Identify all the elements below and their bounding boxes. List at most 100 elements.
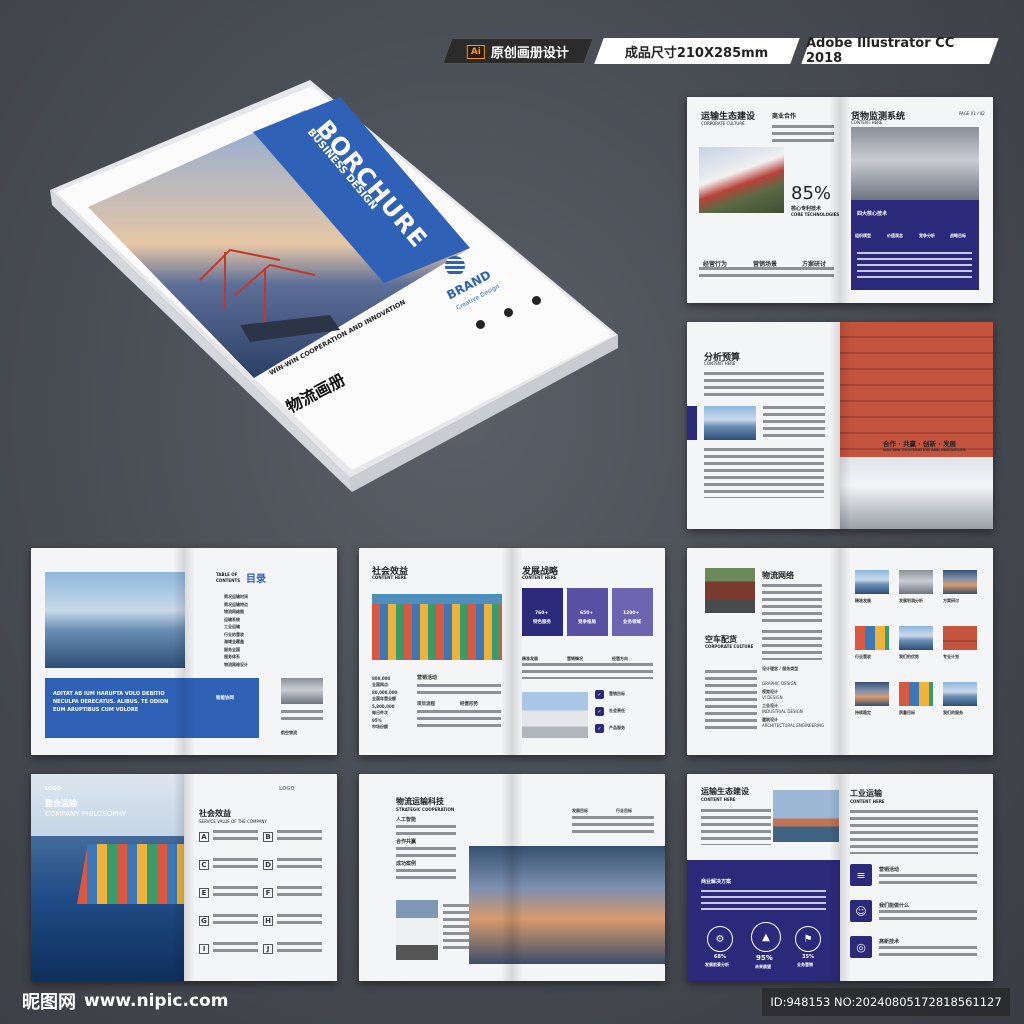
toc-item-0[interactable]: 简况运输时间 xyxy=(224,594,248,600)
bullet-icon-0: ✓ xyxy=(595,690,604,699)
toc-item-1[interactable]: 简况运输特点 xyxy=(224,602,248,608)
spread-logistics-network: 物流网络 空车配货 CORPORATE CULTURE 设计理念 / 服务类型 … xyxy=(687,548,993,755)
spread5-title: 物流网络 xyxy=(762,571,794,580)
stat-value-2: 5,800,000 xyxy=(372,704,395,709)
spread7-tag-0: 发展目标 xyxy=(572,808,588,813)
spread1-text-block xyxy=(772,125,834,145)
toc-title-cn: 目录 xyxy=(246,574,266,585)
service-en-3: ARCHITECTURAL ENGINEERING xyxy=(762,723,825,728)
stat-value-3: 95% xyxy=(372,718,382,723)
strategy-card-value-1: 650+ xyxy=(580,611,594,616)
spread1-four-item-2: 竞争分析 xyxy=(919,233,935,238)
illustrator-icon: Ai xyxy=(466,44,486,58)
option-e: E xyxy=(199,888,209,898)
spread-table-of-contents: TABLE OF CONTENTS 目录 简况运输时间 简况运输特点 物流网络图… xyxy=(31,548,337,755)
spread2-accent-bar xyxy=(687,406,697,440)
spread2-text-bottom xyxy=(704,448,824,498)
spread4-sub3: 经营形势 xyxy=(460,702,478,707)
toc-banner-text: ADITAT AB IUM HARUPTA VOLO DEBITIO NECUL… xyxy=(53,691,169,713)
spread2-text-right xyxy=(763,406,825,440)
freight-train-photo xyxy=(705,568,755,613)
software-label: Adobe Illustrator CC 2018 xyxy=(806,36,955,66)
grid-photo-3 xyxy=(855,626,889,650)
spread5-photo-grid: 精准发展 发展利润分析 方案研讨 行业营收 我们的优势 专业计划 持续稳定 质量… xyxy=(855,570,981,730)
spread8-stat-label-1: 未来展望 xyxy=(755,964,771,969)
spread4-bullet-0: 营销目标 xyxy=(609,691,625,696)
spread5-subtitle-en: CORPORATE CULTURE xyxy=(705,644,754,649)
spread8-title: 运输生态建设 xyxy=(701,787,749,796)
spread7-item-1: 合作共赢 xyxy=(396,839,417,845)
grid-photo-7 xyxy=(899,682,933,706)
spread6-options: A B C D E F G H I J xyxy=(199,830,325,960)
toc-title-en: TABLE OF CONTENTS xyxy=(216,572,241,583)
spread6-right-title-en: SERVICE VALUE OF THE COMPANY xyxy=(199,819,267,824)
warehouse-small-photo xyxy=(281,678,323,704)
email-icon xyxy=(504,308,513,317)
spread1-four-title: 四大核心技术 xyxy=(857,211,888,217)
spread3-caption: 航空物流 xyxy=(281,730,297,735)
toc-item-2[interactable]: 物流网络图 xyxy=(224,609,244,615)
spread8-right-title: 工业运输 xyxy=(850,789,882,798)
port-crane-dusk-photo xyxy=(469,846,665,964)
spread7-item-2: 成功案例 xyxy=(396,861,417,867)
spread2-caption-en: WIN-WIN COOPERATION AND INNOVATION xyxy=(883,448,966,452)
stat-label-3: 市场份额 xyxy=(372,724,388,729)
option-j-text xyxy=(277,942,322,956)
toc-item-9[interactable]: 物流网络设计 xyxy=(224,662,248,668)
grid-label-4: 我们的优势 xyxy=(899,654,919,659)
grid-photo-5 xyxy=(943,626,977,650)
users-icon: ☺ xyxy=(850,900,872,922)
toc-item-5[interactable]: 行业的营收 xyxy=(224,632,244,638)
spread1-four-item-0: 组织模型 xyxy=(855,233,871,238)
strategy-card-value-0: 760+ xyxy=(535,611,549,616)
spread-culture-monitoring: 运输生态建设 CORPORATE CULTURE 商业合作 85% 核心专利技术… xyxy=(687,97,993,303)
toc-item-6[interactable]: 海域全覆盖 xyxy=(224,639,244,645)
option-b: B xyxy=(263,832,273,842)
original-design-tag: Ai 原创画册设计 xyxy=(442,38,594,64)
toc-item-4[interactable]: 工业运输 xyxy=(224,624,240,630)
spread4-sub2: 项目流程 xyxy=(417,702,435,707)
spread1-cooperation-label: 商业合作 xyxy=(772,113,797,120)
stat-icon-2: ⚑ xyxy=(795,926,821,952)
port-crane-photo xyxy=(773,790,839,842)
spread1-four-item-3: 战略目标 xyxy=(950,233,966,238)
brand-logo-icon xyxy=(445,256,465,276)
spread4-stats: 800,000 全国网点 80,000,000 全国年营业额 5,800,000… xyxy=(372,676,412,736)
spread4-sub1-text xyxy=(417,684,501,696)
option-c: C xyxy=(199,860,209,870)
grid-label-6: 持续稳定 xyxy=(855,710,871,715)
spread-budget-analysis: 分析预算 CONTENT HERE 合作 · 共赢 · 创新 · 发展 WIN-… xyxy=(687,322,993,529)
truck-photo xyxy=(396,900,438,960)
spread8-band-label: 商业解决方案 xyxy=(701,879,732,885)
container-ship-photo xyxy=(372,594,502,660)
spread4-bullet-1: 社会责任 xyxy=(609,708,625,713)
toc-item-7[interactable]: 服务全国 xyxy=(224,647,240,653)
grid-label-3: 行业营收 xyxy=(855,654,871,659)
cargo-ship-photo xyxy=(704,406,756,440)
spread5-text-mid xyxy=(762,630,822,660)
spread7-tag-1: 行业目标 xyxy=(616,808,632,813)
option-i-text xyxy=(213,942,258,956)
option-c-text xyxy=(213,858,258,872)
port-cranes-photo xyxy=(45,572,185,668)
spread1-bottom-text xyxy=(699,267,834,278)
marketing-icon: ≡ xyxy=(850,864,872,886)
service-en-2: INDUSTRIAL DESIGN xyxy=(762,709,803,714)
spread7-text-1 xyxy=(396,847,456,859)
spread8-right-item-text-2 xyxy=(879,946,977,956)
spread8-title-en: CONTENT HERE xyxy=(701,797,736,802)
spread1-four-item-1: 价值观念 xyxy=(887,233,903,238)
toc-list: 简况运输时间 简况运输特点 物流网络图 运输系统 工业运输 行业的营收 海域全覆… xyxy=(216,594,324,672)
service-cn-0: 设计理念 / 服务类型 xyxy=(762,666,799,671)
spread7-title: 物流运输科技 xyxy=(396,797,444,806)
toc-item-8[interactable]: 服务体系 xyxy=(224,654,240,660)
spread4-right-title-en: CONTENT HERE xyxy=(522,575,557,580)
spread4-col-1: 营销情况 xyxy=(567,656,583,661)
spread7-tag-text xyxy=(572,816,654,834)
toc-item-3[interactable]: 运输系统 xyxy=(224,617,240,623)
spread1-percent: 85% xyxy=(791,183,832,204)
strategy-card-value-2: 1200+ xyxy=(623,611,640,616)
spread2-title-en: CONTENT HERE xyxy=(704,361,736,366)
grid-photo-6 xyxy=(855,682,889,706)
spread-logistics-technology: 物流运输科技 STRATEGIC COOPERATION 人工智能 合作共赢 成… xyxy=(359,774,665,981)
